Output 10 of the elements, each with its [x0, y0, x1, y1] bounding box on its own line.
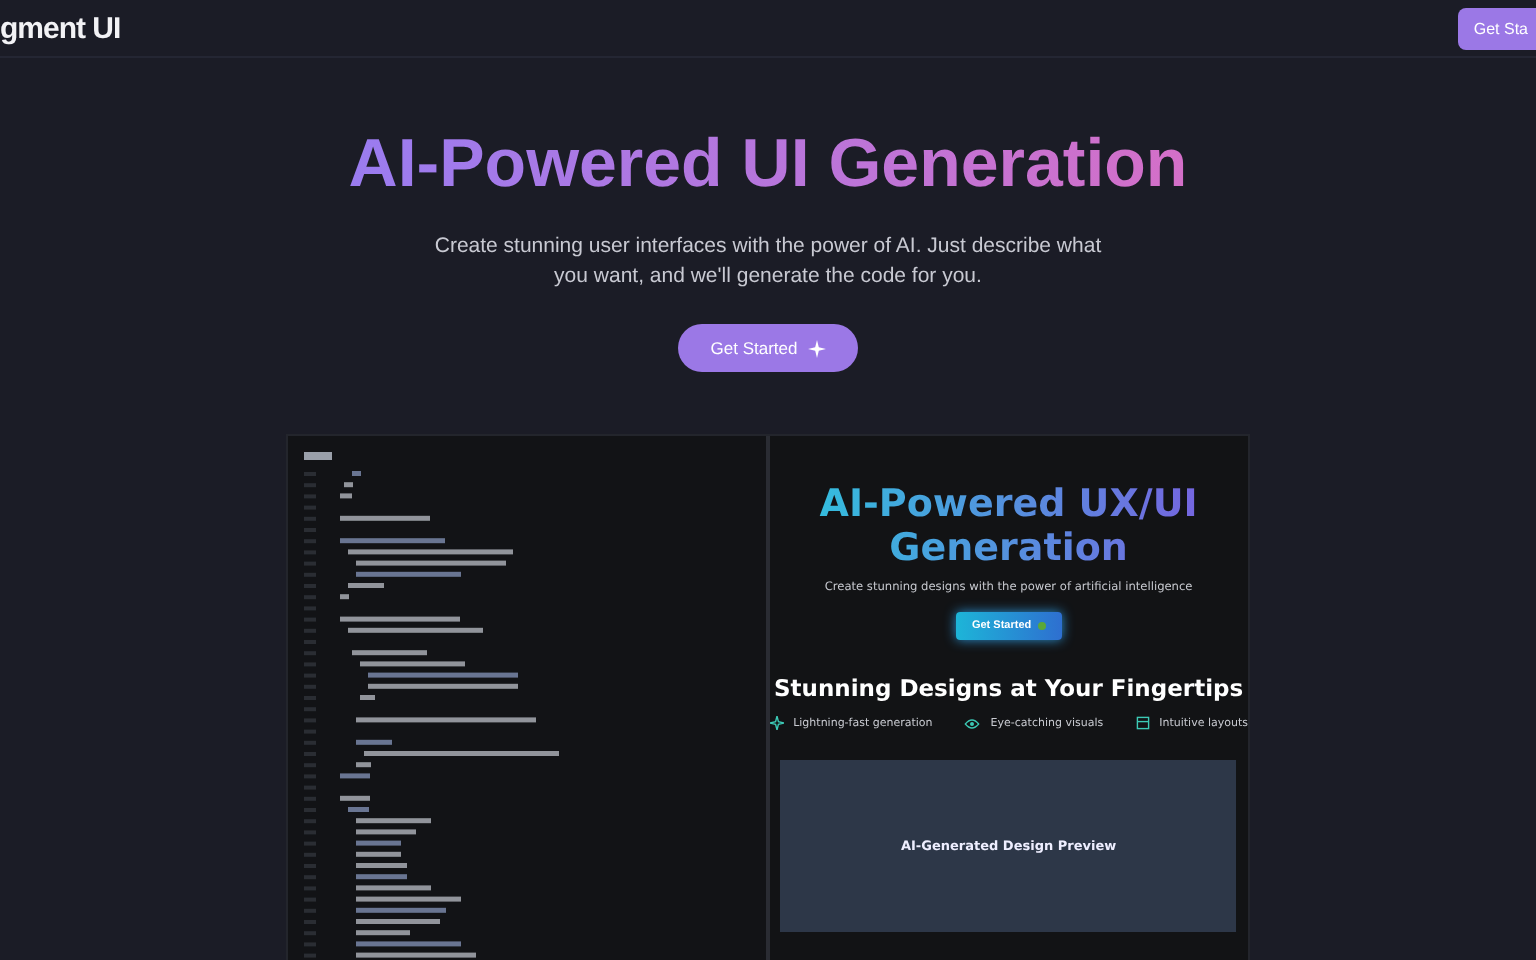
sparkle-icon: [807, 339, 826, 357]
eye-icon: [964, 717, 981, 729]
hero-subtitle: Create stunning user interfaces with the power of AI. Just describe what you want, and we'll generate the code for you.: [432, 232, 1104, 292]
get-started-button[interactable]: Get Started: [678, 324, 858, 372]
features-heading: Stunning Designs at Your Fingertips: [773, 674, 1244, 702]
sparkle-icon: [769, 716, 784, 730]
dot-icon: [1037, 622, 1046, 630]
logo-text: gment UI: [0, 11, 121, 45]
get-started-button[interactable]: Get Sta: [1457, 7, 1536, 49]
layout-icon: [1135, 716, 1150, 730]
